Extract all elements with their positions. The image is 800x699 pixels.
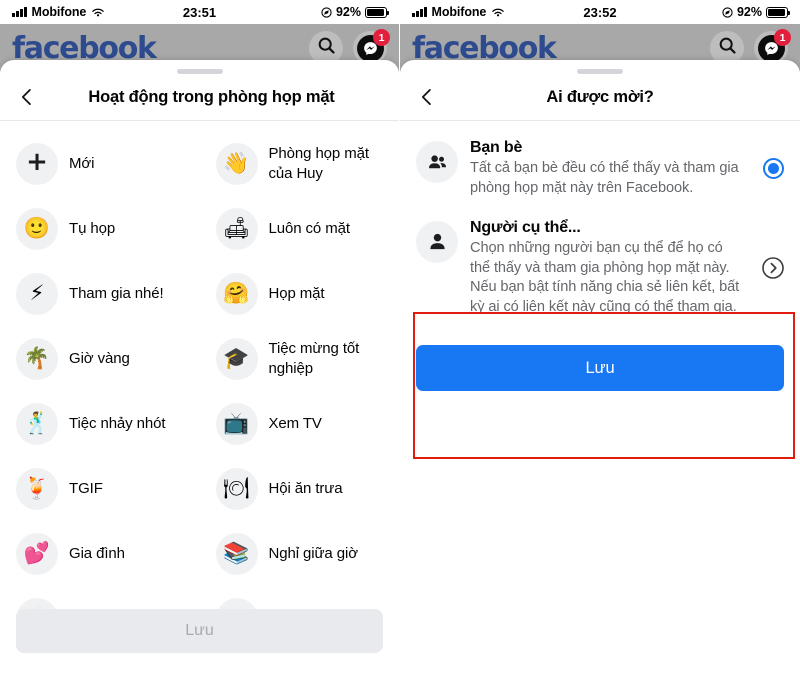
battery-percent-label: 92%: [736, 5, 762, 19]
dancing-man-icon: 🕺: [16, 402, 58, 445]
left-phone-screen: Mobifone 23:51 92% facebook 1 Hoạt động …: [0, 0, 400, 699]
search-icon: [717, 35, 738, 61]
screenshot-root: Mobifone 23:51 92% facebook 1 Hoạt động …: [0, 0, 800, 699]
activity-item[interactable]: 🛋 Luôn có mặt: [200, 196, 400, 261]
activity-label: Gia đình: [69, 544, 125, 562]
chevron-right-circle-icon: [762, 257, 784, 280]
palm-tree-icon: 🌴: [16, 337, 58, 380]
status-bar: Mobifone 23:51 92%: [0, 0, 399, 24]
sheet-header: Ai được mời?: [400, 74, 800, 120]
search-icon: [316, 35, 337, 61]
privacy-option-text: Người cụ thể... Chọn những người bạn cụ …: [470, 219, 748, 318]
activities-row: 🍹 TGIF 🍽 Hội ăn trưa: [0, 456, 399, 521]
activity-item[interactable]: 🤗 Họp mặt: [200, 261, 400, 326]
waving-hand-icon: 👋: [215, 142, 258, 185]
battery-icon: [766, 6, 790, 18]
invite-privacy-bottom-sheet: Ai được mời? Bạn bè Tất cả bạn bè đều có…: [400, 60, 800, 699]
hugging-face-icon: 🤗: [215, 272, 258, 315]
slight-smile-icon: 🙂: [16, 207, 58, 250]
activity-item[interactable]: 🌴 Giờ vàng: [0, 326, 200, 391]
two-hearts-icon: 💕: [16, 532, 58, 575]
sheet-header: Hoạt động trong phòng họp mặt: [0, 74, 399, 120]
privacy-option-text: Bạn bè Tất cả bạn bè đều có thể thấy và …: [470, 139, 748, 199]
activity-label: Mới: [69, 154, 95, 172]
status-bar: Mobifone 23:52 92%: [400, 0, 800, 24]
option-description: Chọn những người bạn cụ thể để họ có thể…: [470, 239, 740, 316]
activities-row: + Mới 👋 Phòng họp mặt của Huy: [0, 131, 399, 196]
save-button-disabled[interactable]: Lưu: [16, 609, 383, 653]
location-services-icon: [722, 6, 733, 18]
activity-item[interactable]: 💕 Gia đình: [0, 521, 200, 586]
activities-row: 💕 Gia đình 📚 Nghỉ giữa giờ: [0, 521, 399, 586]
activity-label: Xem TV: [268, 414, 322, 432]
activity-label: Giờ vàng: [69, 349, 130, 367]
chevron-left-icon: [421, 89, 431, 105]
privacy-option-friends[interactable]: Bạn bè Tất cả bạn bè đều có thể thấy và …: [400, 129, 800, 209]
radio-button-icon: [762, 158, 784, 180]
privacy-option-specific-people[interactable]: Người cụ thể... Chọn những người bạn cụ …: [400, 209, 800, 328]
activity-label: Tiệc nhảy nhót: [69, 414, 166, 432]
activity-item[interactable]: 📚 Nghỉ giữa giờ: [200, 521, 400, 586]
messenger-badge: 1: [373, 29, 390, 46]
activity-label: Luôn có mặt: [268, 219, 351, 237]
activity-item[interactable]: 🕺 Tiệc nhảy nhót: [0, 391, 200, 456]
high-voltage-icon: ⚡: [16, 272, 58, 315]
activity-label: Tham gia nhé!: [69, 284, 164, 302]
activity-label: Tiệc mừng tốt nghiệp: [268, 340, 360, 377]
activity-label: Nghỉ giữa giờ: [268, 544, 359, 562]
activities-row: 🌴 Giờ vàng 🎓 Tiệc mừng tốt nghiệp: [0, 326, 399, 391]
person-icon: [416, 220, 458, 263]
activity-item[interactable]: 📺 Xem TV: [200, 391, 400, 456]
page-title: Ai được mời?: [546, 87, 654, 106]
page-title: Hoạt động trong phòng họp mặt: [88, 87, 335, 106]
activity-item[interactable]: ⚡ Tham gia nhé!: [0, 261, 200, 326]
graduation-cap-icon: 🎓: [215, 337, 258, 380]
activity-label: TGIF: [69, 479, 103, 497]
save-button[interactable]: Lưu: [416, 345, 784, 392]
tropical-drink-icon: 🍹: [16, 467, 58, 510]
activity-label: Họp mặt: [268, 284, 325, 302]
activities-row: 🙂 Tụ họp 🛋 Luôn có mặt: [0, 196, 399, 261]
people-group-icon: [416, 141, 458, 183]
battery-percent-label: 92%: [335, 5, 361, 19]
plus-icon: +: [16, 142, 58, 185]
activity-label: Phòng họp mặt của Huy: [268, 145, 370, 182]
privacy-options-list: Bạn bè Tất cả bạn bè đều có thể thấy và …: [400, 121, 800, 328]
battery-icon: [365, 6, 389, 18]
activities-row: ⚡ Tham gia nhé! 🤗 Họp mặt: [0, 261, 399, 326]
activity-item[interactable]: 🎓 Tiệc mừng tốt nghiệp: [200, 326, 400, 391]
chevron-right-circle-button[interactable]: [760, 255, 786, 281]
activities-bottom-sheet: Hoạt động trong phòng họp mặt + Mới 👋 Ph…: [0, 60, 399, 699]
right-phone-screen: Mobifone 23:52 92% facebook 1 Ai được mờ…: [400, 0, 800, 699]
activities-grid: + Mới 👋 Phòng họp mặt của Huy 🙂 Tụ họp 🛋: [0, 121, 399, 651]
back-button[interactable]: [16, 86, 38, 108]
activity-item[interactable]: 🍹 TGIF: [0, 456, 200, 521]
television-icon: 📺: [215, 402, 258, 445]
activity-item[interactable]: 👋 Phòng họp mặt của Huy: [200, 131, 400, 196]
activity-item[interactable]: 🙂 Tụ họp: [0, 196, 200, 261]
books-icon: 📚: [215, 532, 258, 575]
fork-knife-plate-icon: 🍽: [215, 467, 258, 510]
radio-selected[interactable]: [760, 156, 786, 182]
option-description: Tất cả bạn bè đều có thể thấy và tham gi…: [470, 160, 739, 196]
option-title: Người cụ thể...: [470, 218, 581, 236]
activity-item[interactable]: + Mới: [0, 131, 200, 196]
back-button[interactable]: [416, 86, 438, 108]
status-bar-right: 92%: [321, 5, 389, 19]
couch-icon: 🛋: [215, 207, 258, 250]
option-title: Bạn bè: [470, 139, 523, 156]
location-services-icon: [321, 6, 332, 18]
activity-label: Hội ăn trưa: [268, 479, 343, 497]
activities-row: 🕺 Tiệc nhảy nhót 📺 Xem TV: [0, 391, 399, 456]
status-bar-right: 92%: [722, 5, 790, 19]
messenger-badge: 1: [774, 29, 791, 46]
chevron-left-icon: [21, 89, 31, 105]
activity-item[interactable]: 🍽 Hội ăn trưa: [200, 456, 400, 521]
activity-label: Tụ họp: [69, 219, 116, 237]
